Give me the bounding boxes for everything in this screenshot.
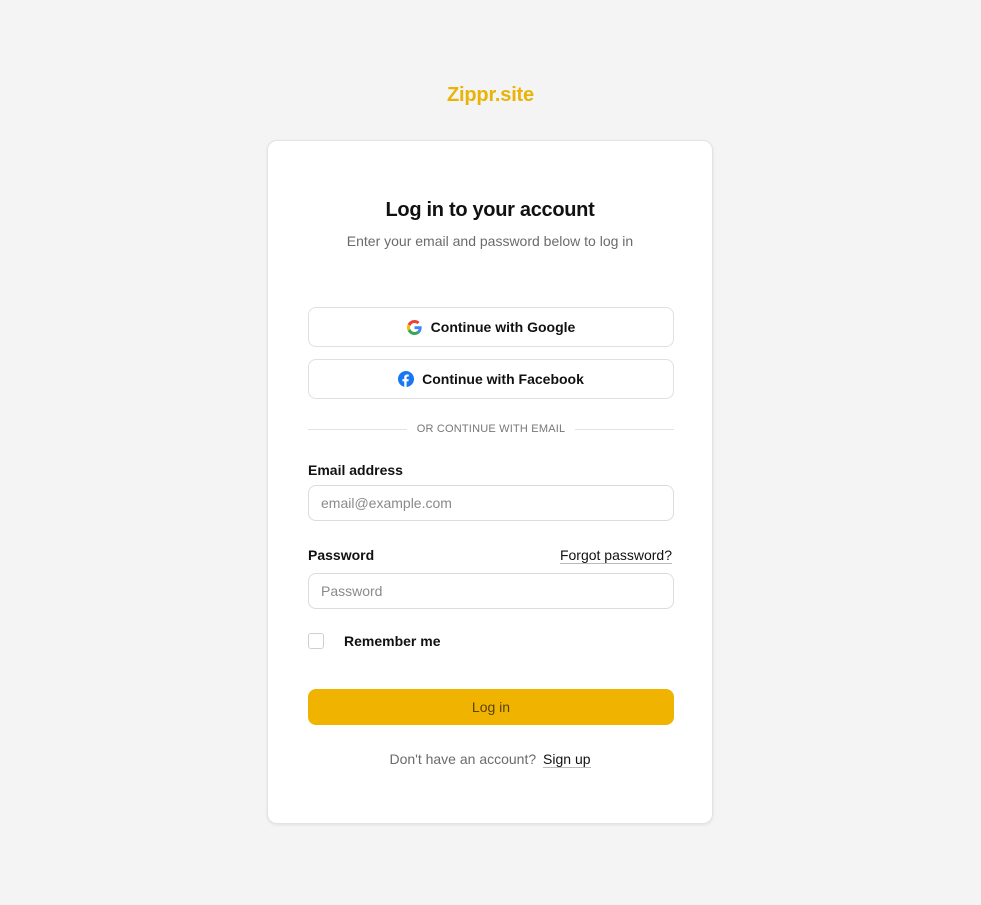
signup-prompt: Don't have an account?: [389, 751, 537, 767]
login-page: Zippr.site Log in to your account Enter …: [0, 0, 981, 905]
forgot-password-link[interactable]: Forgot password?: [559, 547, 672, 564]
email-label: Email address: [308, 462, 403, 478]
divider-line-right: [575, 428, 674, 430]
email-field[interactable]: [308, 485, 674, 521]
remember-me-label: Remember me: [344, 633, 441, 649]
facebook-button-label: Continue with Facebook: [422, 371, 584, 387]
or-divider: OR CONTINUE WITH EMAIL: [308, 423, 674, 435]
password-field[interactable]: [308, 573, 674, 609]
password-label: Password: [308, 547, 375, 563]
signup-link[interactable]: Sign up: [543, 751, 591, 768]
remember-me-row[interactable]: Remember me: [308, 633, 441, 649]
continue-with-facebook-button[interactable]: Continue with Facebook: [308, 359, 674, 399]
login-button[interactable]: Log in: [308, 689, 674, 725]
continue-with-google-button[interactable]: Continue with Google: [308, 307, 674, 347]
remember-me-checkbox[interactable]: [308, 633, 324, 649]
signup-row: Don't have an account? Sign up: [268, 751, 712, 768]
google-button-label: Continue with Google: [430, 319, 576, 335]
facebook-icon: [398, 371, 415, 387]
divider-line-left: [308, 428, 407, 430]
google-icon: [407, 319, 423, 335]
brand-logo[interactable]: Zippr.site: [0, 84, 981, 107]
page-subtitle: Enter your email and password below to l…: [346, 233, 634, 249]
login-card: Log in to your account Enter your email …: [267, 140, 713, 824]
page-title: Log in to your account: [385, 199, 595, 221]
divider-text: OR CONTINUE WITH EMAIL: [416, 423, 566, 435]
